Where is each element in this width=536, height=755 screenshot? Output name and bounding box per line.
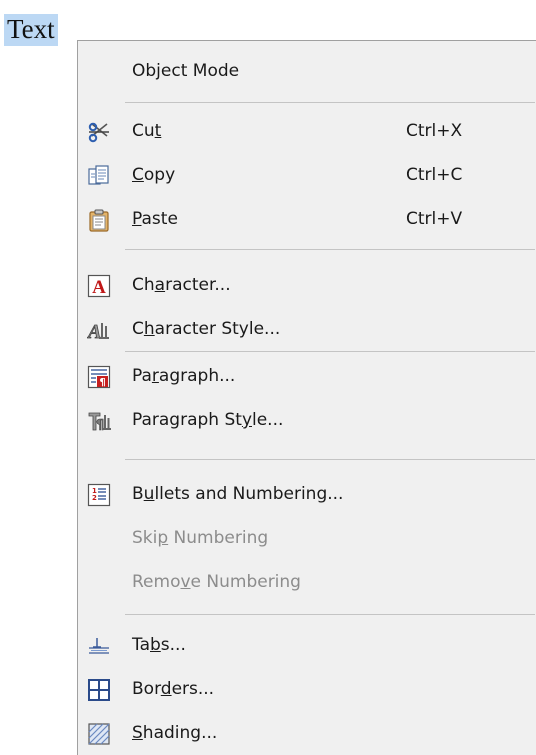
menu-item-character[interactable]: A Character... [78,263,536,307]
menu-item-copy[interactable]: Copy Ctrl+C [78,153,536,197]
menu-separator [125,351,535,352]
menu-item-label: Shading... [132,723,218,743]
copy-icon [87,164,111,188]
menu-item-label: Object Mode [132,61,240,81]
menu-item-label: Paste [132,209,178,229]
bullets-numbering-icon: 1 2 [87,483,111,507]
context-menu: Object Mode Cut Ctrl+X Copy Ctrl+C Paste… [77,40,536,755]
paragraph-format-icon: ¶ [87,365,111,389]
menu-item-label: Cut [132,121,162,141]
menu-item-paragraph-style[interactable]: ¶ Paragraph Style... [78,398,536,442]
menu-separator [125,102,535,103]
menu-item-label: Tabs... [132,635,186,655]
menu-item-bullets-numbering[interactable]: 1 2 Bullets and Numbering... [78,472,536,516]
menu-item-label: Paragraph Style... [132,410,284,430]
shortcut-label: Ctrl+X [406,121,463,141]
paragraph-style-icon: ¶ [87,409,111,433]
menu-item-label: Remove Numbering [132,572,301,592]
menu-item-borders[interactable]: Borders... [78,667,536,711]
svg-text:A: A [92,277,106,298]
menu-item-label: Character Style... [132,319,281,339]
menu-item-object-mode[interactable]: Object Mode [78,49,536,93]
svg-text:¶: ¶ [99,377,105,388]
menu-separator [125,249,535,250]
svg-text:2: 2 [92,494,97,502]
paste-clipboard-icon [87,208,111,232]
menu-separator [125,459,535,460]
menu-item-shading[interactable]: Shading... [78,711,536,755]
menu-separator [125,614,535,615]
borders-icon [87,678,111,702]
menu-item-label: Bullets and Numbering... [132,484,344,504]
menu-item-skip-numbering[interactable]: Skip Numbering [78,516,536,560]
menu-item-label: Copy [132,165,176,185]
menu-item-label: Paragraph... [132,366,236,386]
menu-item-label: Borders... [132,679,215,699]
selected-document-text[interactable]: Text [4,14,58,46]
shading-icon [87,722,111,746]
svg-text:¶: ¶ [96,418,104,433]
menu-item-paste[interactable]: Paste Ctrl+V [78,197,536,241]
menu-item-paragraph[interactable]: ¶ Paragraph... [78,354,536,398]
character-style-icon: A [87,318,111,342]
menu-item-remove-numbering[interactable]: Remove Numbering [78,560,536,604]
menu-item-character-style[interactable]: A Character Style... [78,307,536,351]
menu-item-label: Character... [132,275,231,295]
menu-item-cut[interactable]: Cut Ctrl+X [78,109,536,153]
tabs-icon [87,634,111,658]
shortcut-label: Ctrl+V [406,209,463,229]
menu-item-label: Skip Numbering [132,528,269,548]
scissors-icon [87,120,111,144]
shortcut-label: Ctrl+C [406,165,463,185]
character-format-icon: A [87,274,111,298]
menu-item-tabs[interactable]: Tabs... [78,623,536,667]
